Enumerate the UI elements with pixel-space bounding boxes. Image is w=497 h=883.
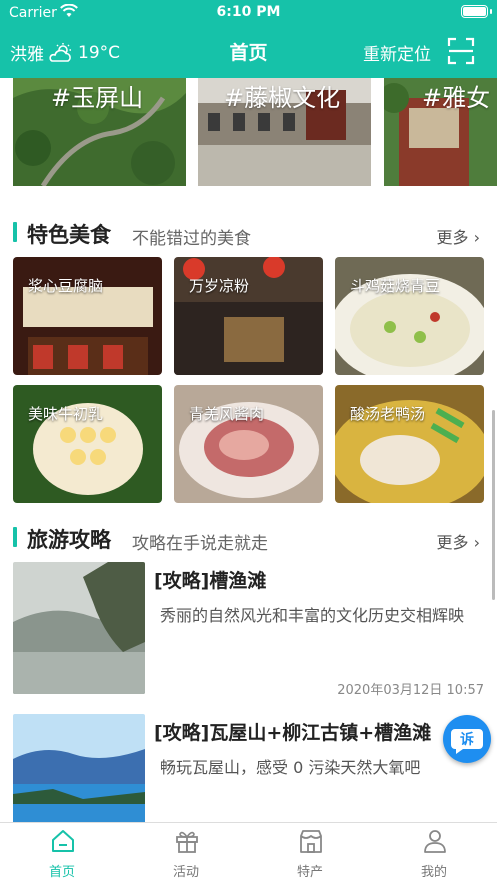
tab-label: 首页 [48, 865, 75, 880]
article-item[interactable]: [攻略]瓦屋山+柳江古镇+槽渔滩 畅玩瓦屋山，感受 0 污染天然大氧吧 [13, 714, 484, 822]
tab-home[interactable]: 首页 [0, 823, 124, 883]
food-card[interactable]: 美味牛初乳 [13, 385, 162, 503]
gift-icon [176, 831, 198, 853]
status-bar: Carrier 6:10 PM [0, 0, 497, 26]
section-accent-bar [13, 527, 17, 547]
tab-activity[interactable]: 活动 [124, 823, 248, 883]
banner-tag: #藤椒文化 [224, 84, 341, 112]
food-card[interactable]: 斗鸡菇烧青豆 [335, 257, 484, 375]
article-title: [攻略]瓦屋山+柳江古镇+槽渔滩 [154, 722, 432, 744]
article-description: 畅玩瓦屋山，感受 0 污染天然大氧吧 [160, 758, 421, 777]
banner-carousel[interactable]: #玉屏山 #藤椒文化 #雅女 [13, 78, 497, 186]
section-subtitle: 不能错过的美食 [132, 229, 251, 249]
food-label: 青羌风酱肉 [189, 405, 265, 423]
banner-item[interactable]: #藤椒文化 [198, 78, 371, 186]
tab-profile[interactable]: 我的 [372, 823, 496, 883]
food-section-header: 特色美食 不能错过的美食 更多 › [13, 217, 484, 249]
header: Carrier 6:10 PM 洪雅 19°C 首页 重新定位 [0, 0, 497, 78]
article-title: [攻略]槽渔滩 [154, 570, 267, 592]
chevron-right-icon: › [473, 228, 480, 247]
section-title: 旅游攻略 [27, 528, 111, 552]
battery-tip [490, 9, 492, 14]
tab-bar: 首页 活动 特产 我的 [0, 822, 497, 883]
food-label: 斗鸡菇烧青豆 [350, 277, 441, 295]
banner-item[interactable]: #雅女 [384, 78, 497, 186]
relocate-button[interactable]: 重新定位 [363, 40, 431, 65]
chevron-right-icon: › [473, 533, 480, 552]
complaint-fab-button[interactable]: 诉 [443, 715, 491, 763]
user-icon [424, 830, 446, 853]
article-thumbnail [13, 714, 145, 822]
article-date: 2020年03月12日 10:57 [337, 683, 484, 698]
more-label: 更多 [436, 228, 469, 247]
guide-more-link[interactable]: 更多 › [436, 529, 480, 553]
section-subtitle: 攻略在手说走就走 [132, 534, 268, 554]
article-description: 秀丽的自然风光和丰富的文化历史交相辉映 [160, 606, 465, 625]
tab-label: 特产 [296, 865, 323, 880]
food-label: 万岁凉粉 [189, 277, 250, 295]
scan-icon[interactable] [447, 37, 475, 65]
tab-label: 我的 [420, 865, 447, 880]
article-thumbnail [13, 562, 145, 694]
main-content: #玉屏山 #藤椒文化 #雅女 特色美食 不能错过的美食 更多 › 浆心豆腐脑 万… [0, 78, 497, 822]
tab-label: 活动 [172, 865, 199, 880]
more-label: 更多 [436, 533, 469, 552]
article-item[interactable]: [攻略]槽渔滩 秀丽的自然风光和丰富的文化历史交相辉映 2020年03月12日 … [13, 562, 484, 698]
food-card[interactable]: 酸汤老鸭汤 [335, 385, 484, 503]
scrollbar[interactable] [492, 410, 495, 600]
section-accent-bar [13, 222, 17, 242]
food-label: 美味牛初乳 [28, 405, 104, 423]
banner-item[interactable]: #玉屏山 [13, 78, 186, 186]
section-title: 特色美食 [27, 223, 111, 247]
food-label: 酸汤老鸭汤 [350, 405, 426, 423]
banner-tag: #玉屏山 [51, 84, 144, 112]
food-label: 浆心豆腐脑 [28, 277, 104, 295]
battery-icon [461, 5, 488, 18]
status-time: 6:10 PM [216, 4, 281, 20]
shop-icon [300, 830, 322, 853]
home-icon [52, 830, 74, 852]
food-card[interactable]: 青羌风酱肉 [174, 385, 323, 503]
food-card[interactable]: 万岁凉粉 [174, 257, 323, 375]
tab-specialty[interactable]: 特产 [248, 823, 372, 883]
banner-tag: #雅女 [422, 84, 491, 112]
guide-section-header: 旅游攻略 攻略在手说走就走 更多 › [13, 522, 484, 554]
fab-label: 诉 [460, 732, 474, 748]
navbar: 洪雅 19°C 首页 重新定位 [0, 26, 497, 78]
food-more-link[interactable]: 更多 › [436, 224, 480, 248]
food-card[interactable]: 浆心豆腐脑 [13, 257, 162, 375]
